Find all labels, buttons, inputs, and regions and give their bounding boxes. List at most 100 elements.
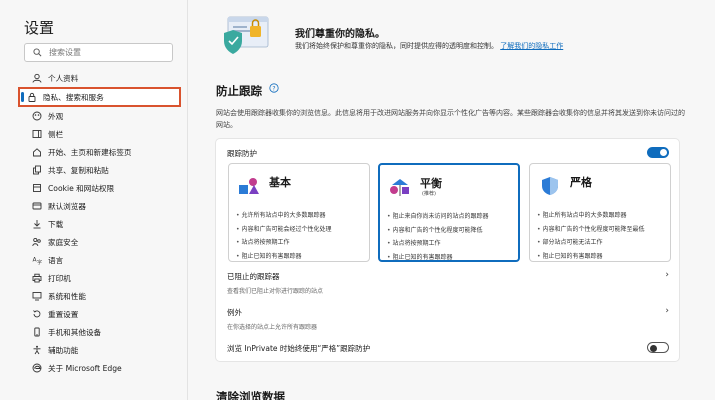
browser-icon	[32, 202, 42, 210]
cookie-icon	[33, 184, 41, 192]
sidebar-item-profile[interactable]: 个人资料	[24, 69, 184, 87]
level-bullet: 允许所有站点中的大多数跟踪器	[236, 209, 331, 223]
level-bullet: 站点将按预期工作	[236, 236, 331, 250]
help-icon[interactable]: ?	[269, 83, 279, 93]
sidebar-item-lock[interactable]: 隐私、搜索和服务	[18, 87, 181, 107]
level-recommended-badge: (推荐)	[422, 191, 436, 197]
accessibility-icon	[33, 345, 41, 355]
sidebar-item-cookie[interactable]: Cookie 和网站权限	[24, 179, 184, 197]
level-bullet: 内容和广告的个性化程度可能降低	[387, 224, 488, 238]
system-icon	[32, 292, 42, 301]
svg-text:字: 字	[37, 259, 42, 265]
sidebar-icon	[32, 130, 42, 138]
sidebar-item-label: 下载	[48, 219, 64, 229]
sidebar-item-language[interactable]: A 字语言	[24, 251, 184, 269]
level-name: 平衡	[420, 177, 442, 190]
search-placeholder: 搜索设置	[49, 48, 81, 57]
sidebar-item-home[interactable]: 开始、主页和新建标签页	[24, 143, 184, 161]
strict-shield-icon	[542, 177, 558, 195]
sidebar-item-system[interactable]: 系统和性能	[24, 287, 184, 305]
sidebar-item-label: Cookie 和网站权限	[48, 183, 115, 193]
blocked-trackers-subtitle: 查看我们已阻止对你进行跟踪的站点	[227, 288, 324, 295]
sidebar-item-label: 重置设置	[48, 309, 79, 319]
basic-shapes-icon	[239, 178, 259, 194]
level-name: 基本	[269, 176, 291, 189]
level-bullets: 阻止所有站点中的大多数跟踪器 内容和广告的个性化程度可能降至最低 部分站点可能无…	[537, 209, 644, 263]
language-icon: A字	[33, 257, 43, 266]
level-bullet: 内容和广告的个性化程度可能降至最低	[537, 223, 644, 237]
sidebar-item-appearance[interactable]: 外观	[24, 107, 184, 125]
phone-icon	[34, 327, 40, 337]
tracking-prevention-toggle[interactable]	[647, 147, 669, 158]
level-bullet: 阻止来自你尚未访问的站点的跟踪器	[387, 210, 488, 224]
sidebar-item-label: 打印机	[48, 273, 71, 283]
edge-icon	[32, 363, 42, 373]
level-bullet: 站点将按预期工作	[387, 237, 488, 251]
exceptions-subtitle: 在你选择的站点上允许所有跟踪器	[227, 324, 318, 331]
balanced-scale-icon	[390, 179, 409, 196]
download-icon	[33, 220, 41, 229]
sidebar-item-label: 默认浏览器	[48, 201, 86, 211]
exceptions-title[interactable]: 例外	[227, 307, 242, 318]
blocked-trackers-chevron-icon[interactable]: ›	[665, 270, 669, 280]
sidebar-item-label: 语言	[48, 255, 64, 265]
search-input[interactable]: 搜索设置	[24, 43, 173, 62]
privacy-shield-illustration	[224, 16, 269, 54]
lock-icon	[28, 92, 36, 102]
printer-icon	[32, 273, 42, 283]
sidebar-item-edge[interactable]: 关于 Microsoft Edge	[24, 359, 184, 377]
tracking-description: 网站会使用跟踪器收集你的浏览信息。此信息将用于改进网站服务并向你显示个性化广告等…	[216, 109, 685, 129]
sidebar-item-label: 侧栏	[48, 129, 64, 139]
level-bullets: 允许所有站点中的大多数跟踪器 内容和广告可能会经过个性化处理 站点将按预期工作 …	[236, 209, 331, 263]
level-name: 严格	[570, 176, 592, 189]
exceptions-chevron-icon[interactable]: ›	[665, 306, 669, 316]
home-icon	[33, 148, 41, 157]
sidebar-nav: 个人资料隐私、搜索和服务外观侧栏开始、主页和新建标签页 共享、复制和粘贴 Cooki…	[18, 69, 184, 377]
level-bullet: 阻止所有站点中的大多数跟踪器	[537, 209, 644, 223]
privacy-link[interactable]: 了解我们的隐私工作	[500, 42, 563, 50]
level-basic-card[interactable]: 基本 允许所有站点中的大多数跟踪器 内容和广告可能会经过个性化处理 站点将按预期…	[228, 163, 370, 262]
banner-description: 我们将始终保护和尊重你的隐私，同时提供应得的透明度和控制。 了解我们的隐私工作	[295, 40, 605, 52]
sidebar-item-browser[interactable]: 默认浏览器	[24, 197, 184, 215]
sidebar-item-label: 手机和其他设备	[48, 327, 102, 337]
svg-text:?: ?	[272, 85, 275, 92]
sidebar-item-phone[interactable]: 手机和其他设备	[24, 323, 184, 341]
sidebar-item-reset[interactable]: 重置设置	[24, 305, 184, 323]
sidebar-item-family[interactable]: 家庭安全	[24, 233, 184, 251]
level-bullet: 阻止已知的有害跟踪器	[537, 250, 644, 264]
inprivate-strict-toggle[interactable]	[647, 342, 669, 353]
sidebar-item-label: 关于 Microsoft Edge	[48, 363, 122, 373]
sidebar-item-printer[interactable]: 打印机	[24, 269, 184, 287]
sidebar-item-label: 家庭安全	[48, 237, 79, 247]
sidebar-item-download[interactable]: 下载	[24, 215, 184, 233]
level-strict-card[interactable]: 严格 阻止所有站点中的大多数跟踪器 内容和广告的个性化程度可能降至最低 部分站点…	[529, 163, 671, 262]
appearance-icon	[32, 111, 42, 121]
tracking-section-title: 防止跟踪	[216, 84, 262, 98]
sidebar-item-label: 开始、主页和新建标签页	[48, 147, 132, 157]
tracking-prevention-label: 跟踪防护	[227, 149, 257, 158]
sidebar-item-accessibility[interactable]: 辅助功能	[24, 341, 184, 359]
level-bullets: 阻止来自你尚未访问的站点的跟踪器 内容和广告的个性化程度可能降低 站点将按预期工…	[387, 210, 488, 264]
sidebar-item-label: 共享、复制和粘贴	[48, 165, 109, 175]
share-icon	[33, 165, 41, 175]
sidebar-item-label: 系统和性能	[48, 291, 86, 301]
level-bullet: 部分站点可能无法工作	[537, 236, 644, 250]
tracking-card: 跟踪防护 基本 允许所有站点中的大多数跟踪器 内容和广告可能会经过个性化处理 站…	[215, 138, 680, 362]
reset-icon	[33, 310, 41, 318]
sidebar-item-label: 隐私、搜索和服务	[43, 92, 104, 102]
sidebar-item-sidebar[interactable]: 侧栏	[24, 125, 184, 143]
blocked-trackers-title[interactable]: 已阻止的跟踪器	[227, 271, 280, 282]
banner-desc-text: 我们将始终保护和尊重你的隐私，同时提供应得的透明度和控制。	[295, 42, 498, 50]
clear-browsing-data-title: 清除浏览数据	[216, 390, 285, 400]
settings-sidebar: 设置 搜索设置 个人资料 隐私、搜索和服务 外观 侧栏 开始、主页和新建标签页 共享、复制…	[0, 0, 188, 400]
search-icon	[33, 48, 42, 57]
sidebar-item-label: 外观	[48, 111, 64, 121]
level-bullet: 内容和广告可能会经过个性化处理	[236, 223, 331, 237]
banner-title: 我们尊重你的隐私。	[295, 29, 385, 40]
level-balanced-card[interactable]: 平衡 (推荐) 阻止来自你尚未访问的站点的跟踪器 内容和广告的个性化程度可能降低…	[378, 163, 520, 262]
profile-icon	[32, 73, 42, 83]
sidebar-item-label: 个人资料	[48, 73, 79, 83]
sidebar-item-share[interactable]: 共享、复制和粘贴	[24, 161, 184, 179]
level-bullet: 阻止已知的有害跟踪器	[236, 250, 331, 264]
sidebar-item-label: 辅助功能	[48, 345, 79, 355]
